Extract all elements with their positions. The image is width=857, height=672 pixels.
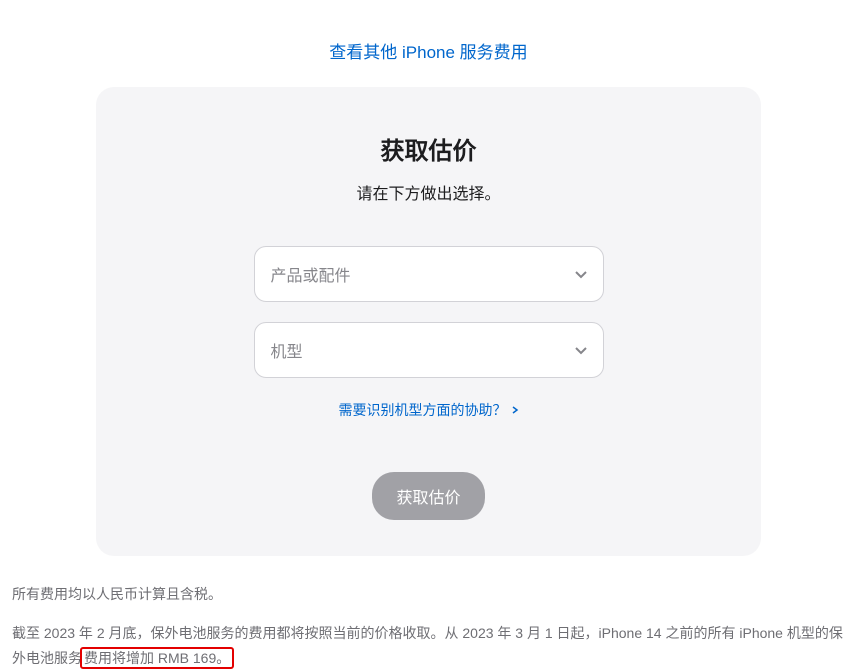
footer-text: 所有费用均以人民币计算且含税。 截至 2023 年 2 月底，保外电池服务的费用… bbox=[0, 556, 857, 672]
submit-row: 获取估价 bbox=[136, 472, 721, 520]
model-select-placeholder: 机型 bbox=[271, 338, 303, 362]
product-select-placeholder: 产品或配件 bbox=[271, 262, 351, 286]
chevron-right-icon bbox=[511, 406, 519, 414]
model-select[interactable]: 机型 bbox=[254, 322, 604, 378]
price-increase-highlight: 费用将增加 RMB 169。 bbox=[80, 647, 234, 669]
get-estimate-button[interactable]: 获取估价 bbox=[372, 472, 484, 520]
footer-line-2: 截至 2023 年 2 月底，保外电池服务的费用都将按照当前的价格收取。从 20… bbox=[12, 621, 845, 671]
model-select-wrapper: 机型 bbox=[254, 322, 604, 378]
identify-model-help-link[interactable]: 需要识别机型方面的协助？ bbox=[339, 400, 519, 420]
product-select-wrapper: 产品或配件 bbox=[254, 246, 604, 302]
help-link-label: 需要识别机型方面的协助？ bbox=[339, 400, 507, 420]
card-title: 获取估价 bbox=[136, 131, 721, 166]
other-services-link[interactable]: 查看其他 iPhone 服务费用 bbox=[329, 43, 527, 62]
footer-line-1: 所有费用均以人民币计算且含税。 bbox=[12, 582, 845, 607]
estimate-card: 获取估价 请在下方做出选择。 产品或配件 机型 需要识别机型方面的协助？ 获取估… bbox=[96, 87, 761, 556]
product-select[interactable]: 产品或配件 bbox=[254, 246, 604, 302]
card-subtitle: 请在下方做出选择。 bbox=[136, 180, 721, 204]
top-link-container: 查看其他 iPhone 服务费用 bbox=[0, 0, 857, 87]
